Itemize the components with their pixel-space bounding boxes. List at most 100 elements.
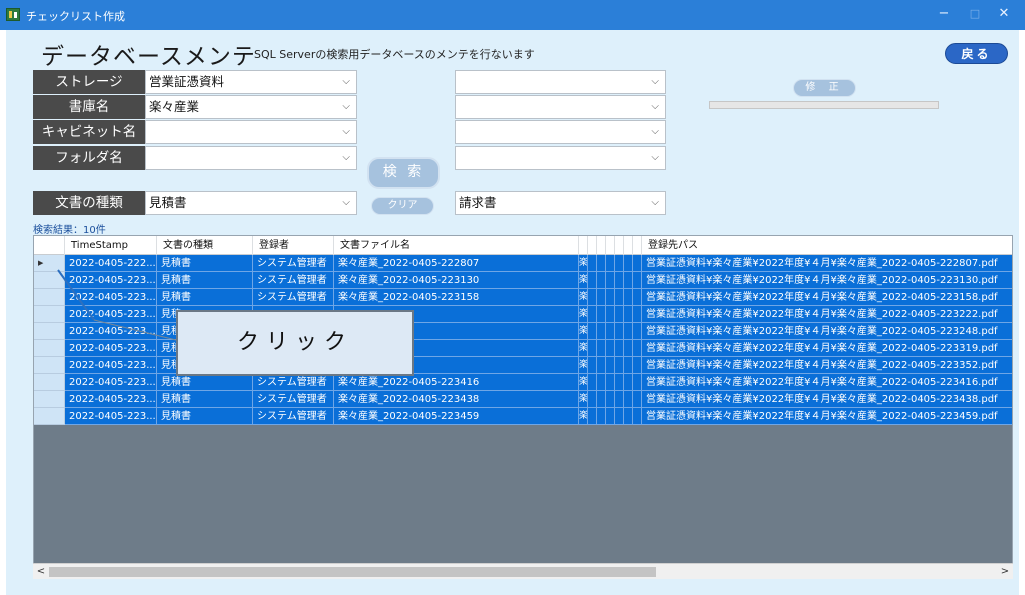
cell-narrow[interactable]: 楽2: [579, 306, 588, 323]
cell-narrow[interactable]: 楽2: [579, 408, 588, 425]
cell-timestamp[interactable]: 2022-0405-223...: [65, 374, 157, 391]
cell-path[interactable]: 営業証憑資料¥楽々産業¥2022年度¥４月¥楽々産業_2022-0405-223…: [642, 289, 1012, 306]
column-header[interactable]: [606, 236, 615, 255]
cell-timestamp[interactable]: 2022-0405-223...: [65, 391, 157, 408]
row-header[interactable]: [34, 340, 65, 357]
cell-user[interactable]: システム管理者: [253, 374, 334, 391]
cell-narrow[interactable]: [624, 272, 633, 289]
scroll-right-icon[interactable]: >: [997, 564, 1013, 580]
cell-narrow[interactable]: [597, 289, 606, 306]
cell-timestamp[interactable]: 2022-0405-222...: [65, 255, 157, 272]
table-row[interactable]: 2022-0405-222... 見積書 システム管理者 楽々産業_2022-0405…: [34, 255, 1012, 272]
cell-narrow[interactable]: [597, 374, 606, 391]
cell-narrow[interactable]: [615, 306, 624, 323]
clear-button[interactable]: クリア: [371, 197, 434, 215]
cell-narrow[interactable]: [597, 255, 606, 272]
row-header[interactable]: [34, 272, 65, 289]
scroll-thumb[interactable]: [49, 567, 656, 577]
cell-narrow[interactable]: 楽2: [579, 357, 588, 374]
cell-narrow[interactable]: [606, 340, 615, 357]
table-row[interactable]: 2022-0405-223... 見積書 システム管理者 楽々産業_2022-0405…: [34, 272, 1012, 289]
cell-narrow[interactable]: [624, 391, 633, 408]
cell-narrow[interactable]: [588, 306, 597, 323]
column-header[interactable]: [579, 236, 588, 255]
cell-narrow[interactable]: [633, 323, 642, 340]
cell-narrow[interactable]: [606, 391, 615, 408]
cell-narrow[interactable]: 楽2: [579, 374, 588, 391]
row-header[interactable]: [34, 306, 65, 323]
cell-narrow[interactable]: [606, 408, 615, 425]
cell-narrow[interactable]: [606, 289, 615, 306]
cell-narrow[interactable]: [633, 408, 642, 425]
storage-combo[interactable]: 営業証憑資料 ⌵: [145, 70, 357, 94]
column-header[interactable]: 文書ファイル名: [334, 236, 579, 255]
folder-combo[interactable]: ⌵: [145, 146, 357, 170]
column-header[interactable]: [624, 236, 633, 255]
cell-narrow[interactable]: [633, 289, 642, 306]
cell-narrow[interactable]: [615, 323, 624, 340]
back-button[interactable]: 戻る: [945, 43, 1008, 64]
cell-narrow[interactable]: [588, 340, 597, 357]
cell-narrow[interactable]: [615, 340, 624, 357]
cell-narrow[interactable]: [588, 357, 597, 374]
cell-narrow[interactable]: [624, 340, 633, 357]
cell-narrow[interactable]: 楽2: [579, 391, 588, 408]
cell-path[interactable]: 営業証憑資料¥楽々産業¥2022年度¥４月¥楽々産業_2022-0405-223…: [642, 391, 1012, 408]
minimize-button[interactable]: −: [933, 5, 955, 23]
cell-doctype[interactable]: 見積書: [157, 255, 253, 272]
cell-path[interactable]: 営業証憑資料¥楽々産業¥2022年度¥４月¥楽々産業_2022-0405-223…: [642, 408, 1012, 425]
cell-user[interactable]: システム管理者: [253, 272, 334, 289]
right-combo-2[interactable]: ⌵: [455, 95, 666, 119]
cell-narrow[interactable]: [615, 391, 624, 408]
row-header[interactable]: [34, 391, 65, 408]
cell-narrow[interactable]: [606, 357, 615, 374]
cell-narrow[interactable]: [624, 357, 633, 374]
cell-filename[interactable]: 楽々産業_2022-0405-223130: [334, 272, 579, 289]
cell-narrow[interactable]: [597, 391, 606, 408]
cell-narrow[interactable]: [588, 408, 597, 425]
scroll-left-icon[interactable]: <: [33, 564, 49, 580]
cell-narrow[interactable]: [624, 323, 633, 340]
cell-timestamp[interactable]: 2022-0405-223...: [65, 272, 157, 289]
cell-narrow[interactable]: [633, 357, 642, 374]
cell-narrow[interactable]: 楽2: [579, 340, 588, 357]
cell-path[interactable]: 営業証憑資料¥楽々産業¥2022年度¥４月¥楽々産業_2022-0405-223…: [642, 374, 1012, 391]
table-row[interactable]: 2022-0405-223... 見積書 システム管理者 楽々産業_2022-0405…: [34, 408, 1012, 425]
cell-narrow[interactable]: 楽2: [579, 255, 588, 272]
cell-timestamp[interactable]: 2022-0405-223...: [65, 306, 157, 323]
cell-narrow[interactable]: [615, 408, 624, 425]
cell-narrow[interactable]: [588, 374, 597, 391]
cell-filename[interactable]: 楽々産業_2022-0405-223158: [334, 289, 579, 306]
column-header[interactable]: [615, 236, 624, 255]
row-header[interactable]: [34, 357, 65, 374]
cell-narrow[interactable]: [624, 408, 633, 425]
cell-narrow[interactable]: [633, 391, 642, 408]
cell-user[interactable]: システム管理者: [253, 408, 334, 425]
cell-timestamp[interactable]: 2022-0405-223...: [65, 408, 157, 425]
cell-narrow[interactable]: [633, 255, 642, 272]
cell-doctype[interactable]: 見積書: [157, 374, 253, 391]
column-header[interactable]: [597, 236, 606, 255]
library-combo[interactable]: 楽々産業 ⌵: [145, 95, 357, 119]
maximize-button[interactable]: □: [964, 5, 986, 23]
cell-user[interactable]: システム管理者: [253, 289, 334, 306]
cell-path[interactable]: 営業証憑資料¥楽々産業¥2022年度¥４月¥楽々産業_2022-0405-223…: [642, 306, 1012, 323]
result-grid[interactable]: TimeStamp 文書の種類 登録者 文書ファイル名 登録先パス 2022-0…: [33, 235, 1013, 579]
row-header[interactable]: [34, 408, 65, 425]
cell-narrow[interactable]: [624, 306, 633, 323]
cell-narrow[interactable]: [633, 272, 642, 289]
cell-timestamp[interactable]: 2022-0405-223...: [65, 340, 157, 357]
cell-narrow[interactable]: [615, 255, 624, 272]
cell-narrow[interactable]: [606, 255, 615, 272]
table-row[interactable]: 2022-0405-223... 見積書 システム管理者 楽々産業_2022-0405…: [34, 289, 1012, 306]
cell-path[interactable]: 営業証憑資料¥楽々産業¥2022年度¥４月¥楽々産業_2022-0405-223…: [642, 323, 1012, 340]
row-header[interactable]: [34, 289, 65, 306]
cell-narrow[interactable]: [597, 323, 606, 340]
table-row[interactable]: 2022-0405-223... 見積書 システム管理者 楽々産業_2022-0405…: [34, 391, 1012, 408]
cell-filename[interactable]: 楽々産業_2022-0405-222807: [334, 255, 579, 272]
column-header[interactable]: [588, 236, 597, 255]
cell-timestamp[interactable]: 2022-0405-223...: [65, 289, 157, 306]
cell-path[interactable]: 営業証憑資料¥楽々産業¥2022年度¥４月¥楽々産業_2022-0405-223…: [642, 340, 1012, 357]
cell-narrow[interactable]: [606, 323, 615, 340]
horizontal-scrollbar[interactable]: < >: [33, 563, 1013, 579]
